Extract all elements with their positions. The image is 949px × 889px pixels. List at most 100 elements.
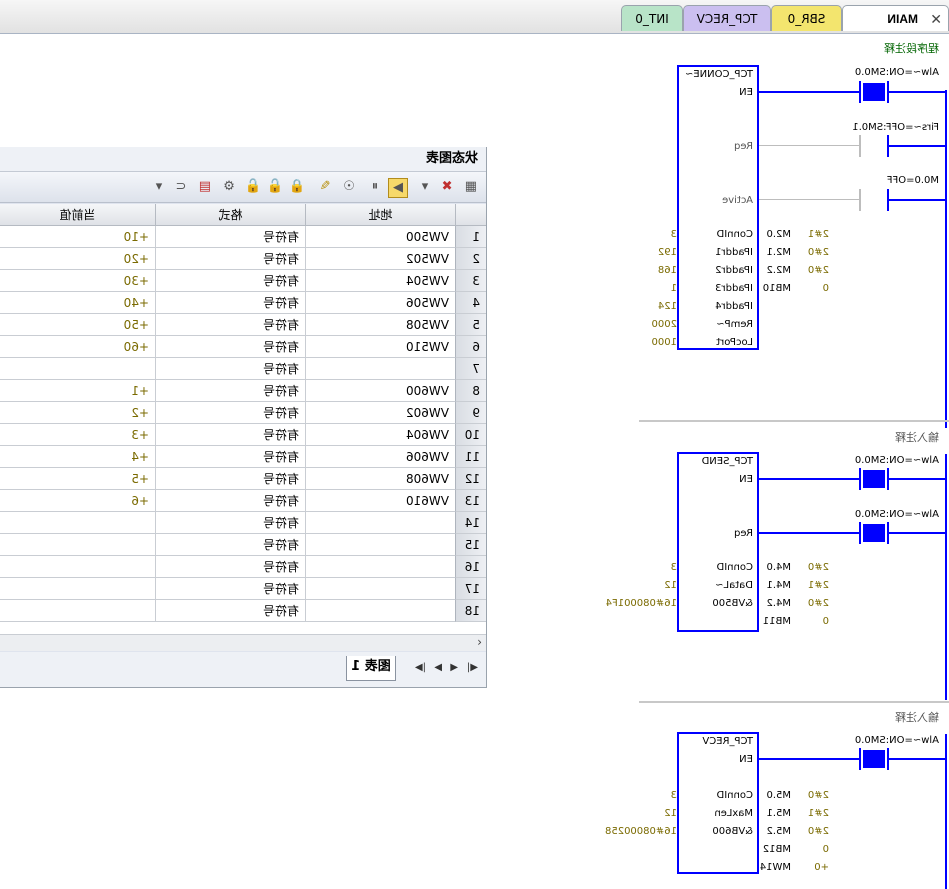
contact-no[interactable] [859, 189, 889, 211]
cell-address[interactable]: VW606 [305, 446, 455, 468]
cell-format[interactable]: 有符号 [155, 424, 305, 446]
contact-no[interactable] [859, 522, 889, 544]
chevron-down-icon[interactable]: ▾ [416, 178, 434, 196]
last-sheet-icon[interactable]: |▶ [415, 662, 426, 673]
cell-format[interactable]: 有符号 [155, 468, 305, 490]
cell-address[interactable]: VW500 [305, 226, 455, 248]
cell-format[interactable]: 有符号 [155, 556, 305, 578]
cell-address[interactable]: VW602 [305, 402, 455, 424]
network-comment[interactable]: 输入注释 [895, 709, 939, 725]
table-row[interactable]: 12 VW608 有符号 +5 [0, 468, 486, 490]
cell-current-value[interactable]: +20 [0, 248, 155, 270]
cell-format[interactable]: 有符号 [155, 446, 305, 468]
table-row[interactable]: 10 VW604 有符号 +3 [0, 424, 486, 446]
cell-format[interactable]: 有符号 [155, 226, 305, 248]
contact-no[interactable] [859, 468, 889, 490]
sheet-tab-chart1[interactable]: 图表 1 [346, 656, 396, 681]
cell-address[interactable] [305, 578, 455, 600]
table-row[interactable]: 1 VW500 有符号 +10 [0, 226, 486, 248]
cell-current-value[interactable]: +2 [0, 402, 155, 424]
cell-current-value[interactable]: +30 [0, 270, 155, 292]
cell-address[interactable] [305, 358, 455, 380]
cell-address[interactable]: VW508 [305, 314, 455, 336]
tcp-recv-block[interactable]: TCP_RECV EN ConnID MaxLen &VB600 [677, 732, 759, 874]
table-row[interactable]: 8 VW600 有符号 +1 [0, 380, 486, 402]
cell-address[interactable]: VW600 [305, 380, 455, 402]
read-forced-icon[interactable]: ⚙ [220, 178, 238, 196]
column-header-value[interactable]: 当前值 [0, 204, 155, 226]
close-icon[interactable]: ✕ [930, 6, 942, 32]
cell-address[interactable] [305, 512, 455, 534]
cell-format[interactable]: 有符号 [155, 490, 305, 512]
tag-icon[interactable]: ⊂ [172, 178, 190, 196]
write-icon[interactable]: ✎ [316, 178, 334, 196]
network-comment[interactable]: 输入注释 [895, 429, 939, 445]
cell-format[interactable]: 有符号 [155, 314, 305, 336]
cell-format[interactable]: 有符号 [155, 578, 305, 600]
column-header-address[interactable]: 地址 [305, 204, 455, 226]
table-row[interactable]: 4 VW506 有符号 +40 [0, 292, 486, 314]
cell-format[interactable]: 有符号 [155, 292, 305, 314]
table-row[interactable]: 18 有符号 [0, 600, 486, 622]
cell-current-value[interactable]: +60 [0, 336, 155, 358]
cell-format[interactable]: 有符号 [155, 358, 305, 380]
table-row[interactable]: 14 有符号 [0, 512, 486, 534]
contact-no[interactable] [859, 748, 889, 770]
cell-current-value[interactable] [0, 358, 155, 380]
cell-current-value[interactable] [0, 556, 155, 578]
cell-current-value[interactable] [0, 534, 155, 556]
cell-current-value[interactable]: +10 [0, 226, 155, 248]
cell-current-value[interactable] [0, 512, 155, 534]
ladder-editor[interactable]: 程序段注释 Alw~=ON:SM0.0 Firs~=OFF:SM0.1 M0.0… [605, 34, 949, 889]
add-row-icon[interactable]: ▦ [462, 178, 480, 196]
cell-format[interactable]: 有符号 [155, 270, 305, 292]
scroll-left-icon[interactable]: ‹ [477, 635, 482, 649]
cell-current-value[interactable]: +1 [0, 380, 155, 402]
trend-view-icon[interactable]: ▤ [196, 178, 214, 196]
first-sheet-icon[interactable]: ◀| [467, 662, 478, 673]
table-row[interactable]: 16 有符号 [0, 556, 486, 578]
prev-sheet-icon[interactable]: ◀ [450, 662, 458, 673]
cell-address[interactable]: VW506 [305, 292, 455, 314]
chevron-down-icon[interactable]: ▾ [150, 178, 168, 196]
tcp-connect-block[interactable]: TCP_CONNE~ EN Req Active ConnID IPaddr1 … [677, 65, 759, 350]
cell-current-value[interactable]: +4 [0, 446, 155, 468]
table-row[interactable]: 15 有符号 [0, 534, 486, 556]
cell-current-value[interactable]: +3 [0, 424, 155, 446]
table-row[interactable]: 7 有符号 [0, 358, 486, 380]
cell-address[interactable]: VW604 [305, 424, 455, 446]
cell-format[interactable]: 有符号 [155, 600, 305, 622]
start-monitor-icon[interactable]: ▶ [388, 178, 408, 198]
tab-tcp-recv[interactable]: TCP_RECV [683, 5, 771, 31]
cell-current-value[interactable]: +50 [0, 314, 155, 336]
unforce-all-icon[interactable]: 🔓 [244, 178, 262, 196]
table-row[interactable]: 11 VW606 有符号 +4 [0, 446, 486, 468]
table-row[interactable]: 13 VW610 有符号 +6 [0, 490, 486, 512]
cell-format[interactable]: 有符号 [155, 248, 305, 270]
cell-address[interactable]: VW510 [305, 336, 455, 358]
cell-address[interactable]: VW502 [305, 248, 455, 270]
cell-current-value[interactable]: +40 [0, 292, 155, 314]
delete-row-icon[interactable]: ✖ [438, 178, 456, 196]
read-once-icon[interactable]: ☉ [340, 178, 358, 196]
cell-current-value[interactable]: +6 [0, 490, 155, 512]
table-row[interactable]: 6 VW510 有符号 +60 [0, 336, 486, 358]
table-row[interactable]: 2 VW502 有符号 +20 [0, 248, 486, 270]
contact-no[interactable] [859, 135, 889, 157]
status-chart-grid[interactable]: 地址 格式 当前值 1 VW500 有符号 +10 2 VW502 有符号 +20 3 VW504… [0, 204, 486, 648]
column-header-format[interactable]: 格式 [155, 204, 305, 226]
contact-no[interactable] [859, 81, 889, 103]
cell-address[interactable] [305, 534, 455, 556]
cell-address[interactable]: VW610 [305, 490, 455, 512]
tcp-send-block[interactable]: TCP_SEND EN Req ConnID DataL~ &VB500 [677, 452, 759, 632]
table-row[interactable]: 9 VW602 有符号 +2 [0, 402, 486, 424]
cell-current-value[interactable] [0, 600, 155, 622]
force-icon[interactable]: 🔒 [288, 178, 306, 196]
cell-current-value[interactable]: +5 [0, 468, 155, 490]
cell-address[interactable]: VW504 [305, 270, 455, 292]
cell-format[interactable]: 有符号 [155, 380, 305, 402]
table-row[interactable]: 5 VW508 有符号 +50 [0, 314, 486, 336]
unforce-icon[interactable]: 🔓 [266, 178, 284, 196]
cell-format[interactable]: 有符号 [155, 402, 305, 424]
cell-address[interactable] [305, 600, 455, 622]
